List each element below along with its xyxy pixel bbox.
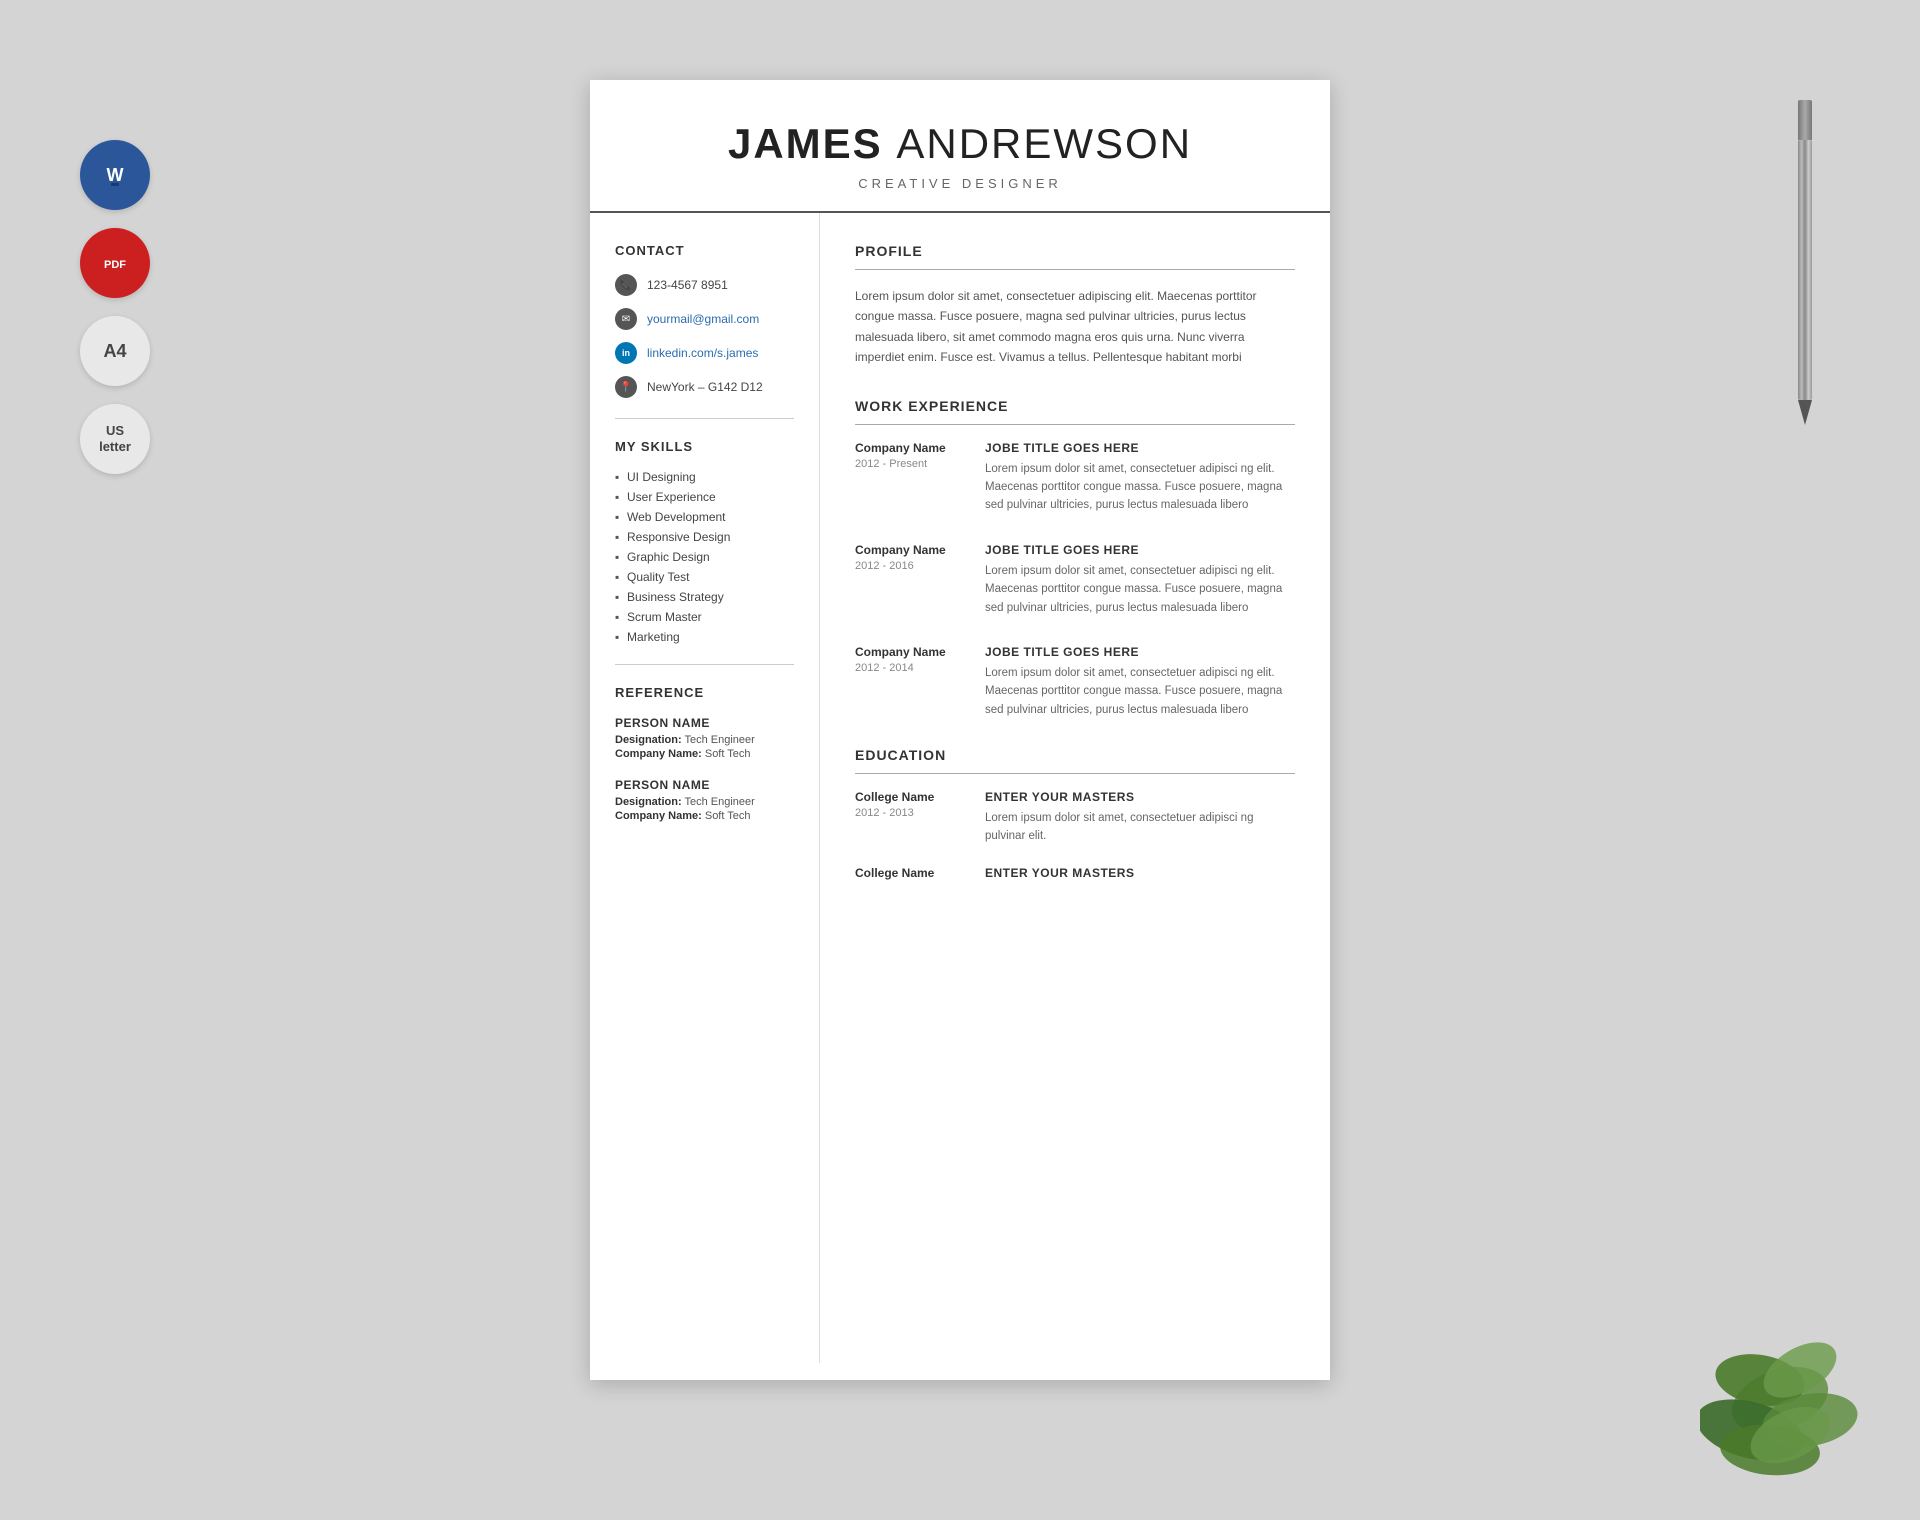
edu-degree-1: ENTER YOUR MASTERS [985, 790, 1295, 804]
edu-left-1: College Name 2012 - 2013 [855, 790, 965, 846]
contact-section-title: CONTACT [615, 243, 794, 258]
skill-item: Marketing [615, 630, 794, 644]
right-column: PROFILE Lorem ipsum dolor sit amet, cons… [820, 213, 1330, 1363]
skill-item: Scrum Master [615, 610, 794, 624]
resume-document: JAMES ANDREWSON CREATIVE DESIGNER CONTAC… [590, 80, 1330, 1380]
profile-section-title: PROFILE [855, 243, 1295, 259]
pen-tip [1798, 400, 1812, 425]
pen-top [1798, 100, 1812, 140]
work-dates-2: 2012 - 2016 [855, 560, 965, 572]
work-desc-2: Lorem ipsum dolor sit amet, consectetuer… [985, 562, 1295, 617]
skill-item: Web Development [615, 510, 794, 524]
resume-body: CONTACT 📞 123-4567 8951 ✉ yourmail@gmail… [590, 213, 1330, 1363]
us-letter-icon: USletter [80, 404, 150, 474]
edu-left-2: College Name [855, 866, 965, 885]
pdf-icon[interactable]: PDF [80, 228, 150, 298]
a4-label: A4 [103, 341, 126, 362]
us-label: USletter [99, 423, 131, 454]
header-title: CREATIVE DESIGNER [610, 176, 1310, 191]
page-wrapper: W PDF A4 USletter JAMES ANDREWSON CREATI… [0, 40, 1920, 1480]
edu-desc-1: Lorem ipsum dolor sit amet, consectetuer… [985, 809, 1295, 846]
ref-company-2: Company Name: Soft Tech [615, 810, 794, 822]
work-left-2: Company Name 2012 - 2016 [855, 543, 965, 617]
work-right-3: JOBE TITLE GOES HERE Lorem ipsum dolor s… [985, 645, 1295, 719]
reference-section-title: REFERENCE [615, 685, 794, 700]
plant-decoration [1700, 1280, 1860, 1480]
phone-number: 123-4567 8951 [647, 278, 728, 292]
ref-name-1: PERSON NAME [615, 716, 794, 730]
skill-item: Graphic Design [615, 550, 794, 564]
work-divider [855, 424, 1295, 425]
edu-right-2: ENTER YOUR MASTERS [985, 866, 1295, 885]
contact-location: 📍 NewYork – G142 D12 [615, 376, 794, 398]
pen-decoration [1790, 100, 1820, 420]
ref-name-2: PERSON NAME [615, 778, 794, 792]
svg-text:W: W [107, 165, 124, 185]
edu-dates-1: 2012 - 2013 [855, 807, 965, 819]
svg-text:PDF: PDF [104, 259, 126, 271]
reference-person-1: PERSON NAME Designation: Tech Engineer C… [615, 716, 794, 760]
contact-phone: 📞 123-4567 8951 [615, 274, 794, 296]
work-desc-3: Lorem ipsum dolor sit amet, consectetuer… [985, 664, 1295, 719]
linkedin-icon: in [615, 342, 637, 364]
profile-divider [855, 269, 1295, 270]
edu-entry-2: College Name ENTER YOUR MASTERS [855, 866, 1295, 885]
work-entry-2: Company Name 2012 - 2016 JOBE TITLE GOES… [855, 543, 1295, 617]
ref-designation-2: Designation: Tech Engineer [615, 796, 794, 808]
work-title-2: JOBE TITLE GOES HERE [985, 543, 1295, 557]
resume-header: JAMES ANDREWSON CREATIVE DESIGNER [590, 80, 1330, 213]
linkedin-url[interactable]: linkedin.com/s.james [647, 346, 758, 360]
location-icon: 📍 [615, 376, 637, 398]
work-dates-1: 2012 - Present [855, 458, 965, 470]
phone-icon: 📞 [615, 274, 637, 296]
work-entry-1: Company Name 2012 - Present JOBE TITLE G… [855, 441, 1295, 515]
edu-degree-2: ENTER YOUR MASTERS [985, 866, 1295, 880]
skills-section-title: MY SKILLS [615, 439, 794, 454]
education-section-title: EDUCATION [855, 747, 1295, 763]
divider-2 [615, 664, 794, 665]
skill-item: Responsive Design [615, 530, 794, 544]
word-icon[interactable]: W [80, 140, 150, 210]
contact-linkedin: in linkedin.com/s.james [615, 342, 794, 364]
profile-text: Lorem ipsum dolor sit amet, consectetuer… [855, 286, 1295, 368]
first-name: JAMES [728, 120, 883, 167]
work-desc-1: Lorem ipsum dolor sit amet, consectetuer… [985, 460, 1295, 515]
work-left-1: Company Name 2012 - Present [855, 441, 965, 515]
email-address[interactable]: yourmail@gmail.com [647, 312, 759, 326]
work-title-1: JOBE TITLE GOES HERE [985, 441, 1295, 455]
location-text: NewYork – G142 D12 [647, 380, 763, 394]
contact-email: ✉ yourmail@gmail.com [615, 308, 794, 330]
edu-right-1: ENTER YOUR MASTERS Lorem ipsum dolor sit… [985, 790, 1295, 846]
a4-icon: A4 [80, 316, 150, 386]
reference-person-2: PERSON NAME Designation: Tech Engineer C… [615, 778, 794, 822]
email-icon: ✉ [615, 308, 637, 330]
skills-list: UI Designing User Experience Web Develop… [615, 470, 794, 644]
education-divider [855, 773, 1295, 774]
header-name: JAMES ANDREWSON [610, 120, 1310, 168]
work-title-3: JOBE TITLE GOES HERE [985, 645, 1295, 659]
left-column: CONTACT 📞 123-4567 8951 ✉ yourmail@gmail… [590, 213, 820, 1363]
edu-entry-1: College Name 2012 - 2013 ENTER YOUR MAST… [855, 790, 1295, 846]
edu-college-2: College Name [855, 866, 965, 880]
side-icons: W PDF A4 USletter [80, 140, 150, 474]
work-dates-3: 2012 - 2014 [855, 662, 965, 674]
ref-company-1: Company Name: Soft Tech [615, 748, 794, 760]
skill-item: UI Designing [615, 470, 794, 484]
edu-college-1: College Name [855, 790, 965, 804]
divider-1 [615, 418, 794, 419]
work-company-2: Company Name [855, 543, 965, 557]
skill-item: User Experience [615, 490, 794, 504]
skill-item: Quality Test [615, 570, 794, 584]
work-company-1: Company Name [855, 441, 965, 455]
work-entry-3: Company Name 2012 - 2014 JOBE TITLE GOES… [855, 645, 1295, 719]
work-right-2: JOBE TITLE GOES HERE Lorem ipsum dolor s… [985, 543, 1295, 617]
work-company-3: Company Name [855, 645, 965, 659]
ref-designation-1: Designation: Tech Engineer [615, 734, 794, 746]
work-section-title: WORK EXPERIENCE [855, 398, 1295, 414]
pen-body [1798, 140, 1812, 400]
skill-item: Business Strategy [615, 590, 794, 604]
last-name: ANDREWSON [896, 120, 1192, 167]
work-right-1: JOBE TITLE GOES HERE Lorem ipsum dolor s… [985, 441, 1295, 515]
work-left-3: Company Name 2012 - 2014 [855, 645, 965, 719]
